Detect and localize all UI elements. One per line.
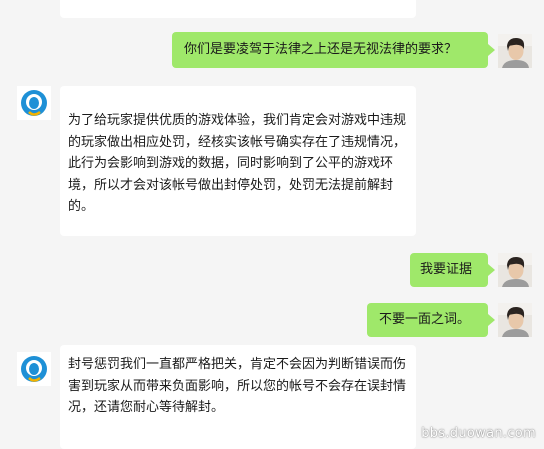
- message-bubble-incoming: [60, 0, 416, 18]
- bubble-tail: [488, 264, 495, 276]
- qq-penguin-logo-icon: [17, 86, 51, 120]
- user-photo-avatar-icon: [498, 253, 532, 287]
- user-photo-avatar-icon: [498, 34, 532, 68]
- user-avatar[interactable]: [498, 303, 532, 337]
- user-photo-avatar-icon: [498, 303, 532, 337]
- agent-avatar[interactable]: [17, 352, 51, 386]
- message-bubble-incoming: 为了给玩家提供优质的游戏体验，我们肯定会对游戏中违规的玩家做出相应处罚，经核实该…: [60, 86, 416, 236]
- message-bubble-outgoing: 不要一面之词。: [367, 303, 488, 337]
- message-bubble-outgoing: 你们是要凌驾于法律之上还是无视法律的要求？: [172, 32, 488, 68]
- message-bubble-outgoing: 我要证据: [410, 253, 488, 287]
- user-avatar[interactable]: [498, 34, 532, 68]
- message-bubble-incoming: 封号惩罚我们一直都严格把关，肯定不会因为判断错误而伤害到玩家从而带来负面影响，所…: [60, 345, 416, 449]
- bubble-tail: [488, 44, 495, 56]
- agent-avatar[interactable]: [17, 86, 51, 120]
- qq-penguin-logo-icon: [17, 352, 51, 386]
- watermark: bbs.duowan.com: [421, 426, 536, 441]
- user-avatar[interactable]: [498, 253, 532, 287]
- bubble-tail: [488, 314, 495, 326]
